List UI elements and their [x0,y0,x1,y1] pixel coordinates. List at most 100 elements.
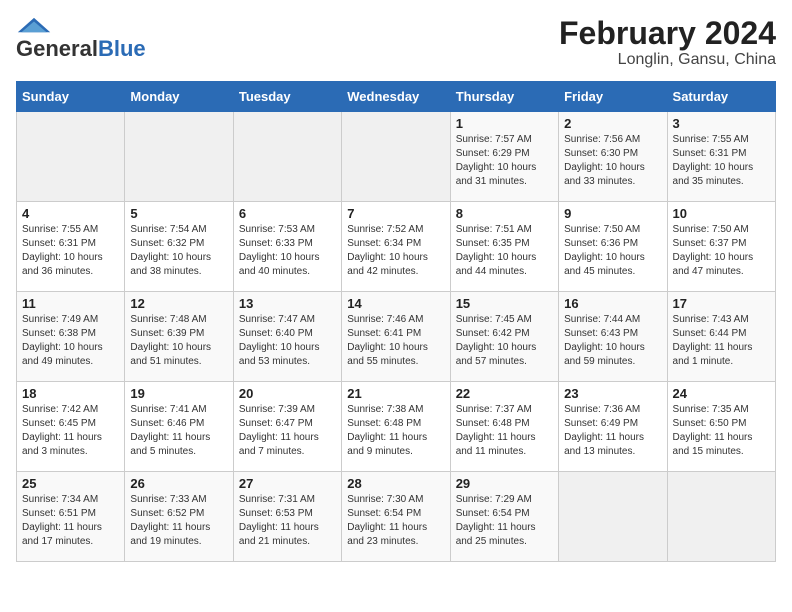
calendar-cell: 12 Sunrise: 7:48 AM Sunset: 6:39 PM Dayli… [125,292,233,382]
calendar-cell [17,112,125,202]
logo: GeneralBlue [16,16,146,62]
day-number: 29 [456,476,553,491]
day-number: 20 [239,386,336,401]
weekday-header-sunday: Sunday [17,82,125,112]
calendar-cell: 7 Sunrise: 7:52 AM Sunset: 6:34 PM Daylig… [342,202,450,292]
day-info: Sunrise: 7:54 AM Sunset: 6:32 PM Dayligh… [130,223,227,279]
day-number: 24 [673,386,770,401]
day-info: Sunrise: 7:33 AM Sunset: 6:52 PM Dayligh… [130,493,227,549]
calendar-cell: 2Sunrise: 7:56 AM Sunset: 6:30 PM Daylig… [559,112,667,202]
day-number: 15 [456,296,553,311]
day-number: 1 [456,116,553,131]
day-number: 19 [130,386,227,401]
calendar-cell: 24 Sunrise: 7:35 AM Sunset: 6:50 PM Dayli… [667,382,775,472]
day-number: 4 [22,206,119,221]
calendar-cell: 28 Sunrise: 7:30 AM Sunset: 6:54 PM Dayli… [342,472,450,562]
day-number: 23 [564,386,661,401]
logo-general: General [16,36,98,62]
day-info: Sunrise: 7:55 AM Sunset: 6:31 PM Dayligh… [673,133,770,189]
day-number: 17 [673,296,770,311]
day-info: Sunrise: 7:39 AM Sunset: 6:47 PM Dayligh… [239,403,336,459]
day-number: 9 [564,206,661,221]
title-block: February 2024 Longlin, Gansu, China [559,16,776,69]
day-info: Sunrise: 7:49 AM Sunset: 6:38 PM Dayligh… [22,313,119,369]
day-info: Sunrise: 7:36 AM Sunset: 6:49 PM Dayligh… [564,403,661,459]
calendar-cell: 23 Sunrise: 7:36 AM Sunset: 6:49 PM Dayli… [559,382,667,472]
day-info: Sunrise: 7:57 AM Sunset: 6:29 PM Dayligh… [456,133,553,189]
day-info: Sunrise: 7:30 AM Sunset: 6:54 PM Dayligh… [347,493,444,549]
calendar-cell: 8 Sunrise: 7:51 AM Sunset: 6:35 PM Daylig… [450,202,558,292]
calendar-cell: 15 Sunrise: 7:45 AM Sunset: 6:42 PM Dayli… [450,292,558,382]
day-info: Sunrise: 7:50 AM Sunset: 6:37 PM Dayligh… [673,223,770,279]
calendar-cell: 5 Sunrise: 7:54 AM Sunset: 6:32 PM Daylig… [125,202,233,292]
day-number: 8 [456,206,553,221]
day-number: 28 [347,476,444,491]
calendar-cell: 21 Sunrise: 7:38 AM Sunset: 6:48 PM Dayli… [342,382,450,472]
day-info: Sunrise: 7:31 AM Sunset: 6:53 PM Dayligh… [239,493,336,549]
calendar-cell: 11 Sunrise: 7:49 AM Sunset: 6:38 PM Dayli… [17,292,125,382]
day-info: Sunrise: 7:53 AM Sunset: 6:33 PM Dayligh… [239,223,336,279]
day-info: Sunrise: 7:46 AM Sunset: 6:41 PM Dayligh… [347,313,444,369]
day-number: 25 [22,476,119,491]
calendar-subtitle: Longlin, Gansu, China [559,51,776,69]
day-info: Sunrise: 7:56 AM Sunset: 6:30 PM Dayligh… [564,133,661,189]
calendar-cell [233,112,341,202]
day-number: 12 [130,296,227,311]
calendar-cell: 19 Sunrise: 7:41 AM Sunset: 6:46 PM Dayli… [125,382,233,472]
calendar-cell [559,472,667,562]
day-info: Sunrise: 7:42 AM Sunset: 6:45 PM Dayligh… [22,403,119,459]
calendar-week-5: 25 Sunrise: 7:34 AM Sunset: 6:51 PM Dayli… [17,472,776,562]
page-header: GeneralBlue February 2024 Longlin, Gansu… [16,16,776,69]
calendar-week-4: 18 Sunrise: 7:42 AM Sunset: 6:45 PM Dayli… [17,382,776,472]
weekday-header-saturday: Saturday [667,82,775,112]
calendar-cell [667,472,775,562]
day-number: 10 [673,206,770,221]
day-number: 14 [347,296,444,311]
calendar-cell: 22Sunrise: 7:37 AM Sunset: 6:48 PM Dayli… [450,382,558,472]
calendar-cell: 1 Sunrise: 7:57 AM Sunset: 6:29 PM Daylig… [450,112,558,202]
day-info: Sunrise: 7:43 AM Sunset: 6:44 PM Dayligh… [673,313,770,369]
weekday-header-friday: Friday [559,82,667,112]
day-info: Sunrise: 7:41 AM Sunset: 6:46 PM Dayligh… [130,403,227,459]
weekday-header-thursday: Thursday [450,82,558,112]
calendar-cell: 13Sunrise: 7:47 AM Sunset: 6:40 PM Dayli… [233,292,341,382]
day-number: 6 [239,206,336,221]
weekday-header-monday: Monday [125,82,233,112]
calendar-week-2: 4 Sunrise: 7:55 AM Sunset: 6:31 PM Daylig… [17,202,776,292]
calendar-cell [342,112,450,202]
day-number: 5 [130,206,227,221]
weekday-header-row: SundayMondayTuesdayWednesdayThursdayFrid… [17,82,776,112]
day-info: Sunrise: 7:52 AM Sunset: 6:34 PM Dayligh… [347,223,444,279]
day-info: Sunrise: 7:55 AM Sunset: 6:31 PM Dayligh… [22,223,119,279]
calendar-cell: 3 Sunrise: 7:55 AM Sunset: 6:31 PM Daylig… [667,112,775,202]
day-info: Sunrise: 7:34 AM Sunset: 6:51 PM Dayligh… [22,493,119,549]
day-info: Sunrise: 7:35 AM Sunset: 6:50 PM Dayligh… [673,403,770,459]
day-number: 11 [22,296,119,311]
day-number: 21 [347,386,444,401]
day-info: Sunrise: 7:51 AM Sunset: 6:35 PM Dayligh… [456,223,553,279]
calendar-week-1: 1 Sunrise: 7:57 AM Sunset: 6:29 PM Daylig… [17,112,776,202]
calendar-cell: 18 Sunrise: 7:42 AM Sunset: 6:45 PM Dayli… [17,382,125,472]
calendar-cell: 20 Sunrise: 7:39 AM Sunset: 6:47 PM Dayli… [233,382,341,472]
calendar-cell: 6 Sunrise: 7:53 AM Sunset: 6:33 PM Daylig… [233,202,341,292]
calendar-week-3: 11 Sunrise: 7:49 AM Sunset: 6:38 PM Dayli… [17,292,776,382]
calendar-cell: 25 Sunrise: 7:34 AM Sunset: 6:51 PM Dayli… [17,472,125,562]
day-number: 7 [347,206,444,221]
calendar-cell: 9Sunrise: 7:50 AM Sunset: 6:36 PM Daylig… [559,202,667,292]
calendar-cell: 16Sunrise: 7:44 AM Sunset: 6:43 PM Dayli… [559,292,667,382]
calendar-title: February 2024 [559,16,776,51]
day-info: Sunrise: 7:47 AM Sunset: 6:40 PM Dayligh… [239,313,336,369]
day-number: 3 [673,116,770,131]
day-info: Sunrise: 7:48 AM Sunset: 6:39 PM Dayligh… [130,313,227,369]
day-info: Sunrise: 7:38 AM Sunset: 6:48 PM Dayligh… [347,403,444,459]
day-info: Sunrise: 7:45 AM Sunset: 6:42 PM Dayligh… [456,313,553,369]
weekday-header-wednesday: Wednesday [342,82,450,112]
calendar-cell: 4 Sunrise: 7:55 AM Sunset: 6:31 PM Daylig… [17,202,125,292]
weekday-header-tuesday: Tuesday [233,82,341,112]
day-number: 18 [22,386,119,401]
calendar-cell [125,112,233,202]
logo-blue: Blue [98,36,146,62]
calendar-cell: 26 Sunrise: 7:33 AM Sunset: 6:52 PM Dayli… [125,472,233,562]
day-number: 26 [130,476,227,491]
day-number: 22 [456,386,553,401]
